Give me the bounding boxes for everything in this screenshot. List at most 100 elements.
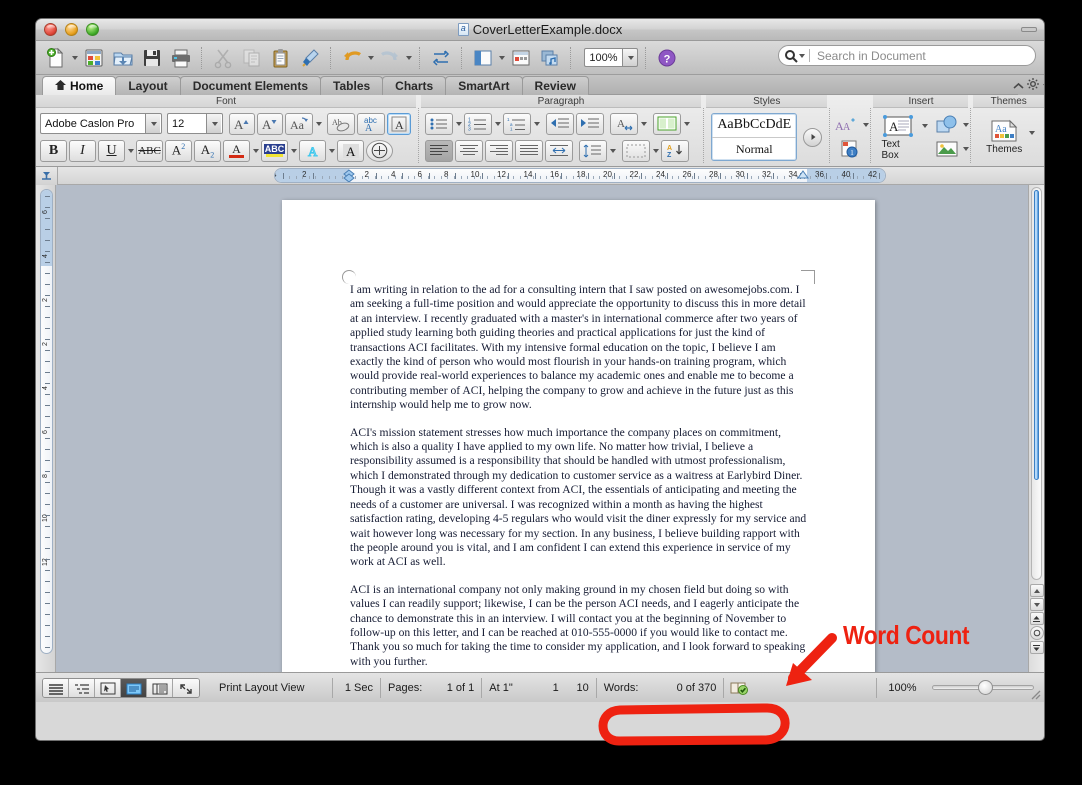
change-case-dropdown-arrow[interactable] bbox=[316, 121, 322, 126]
text-box-dropdown-arrow[interactable] bbox=[922, 123, 929, 128]
undo-dropdown-arrow[interactable] bbox=[368, 55, 374, 60]
ribbon-collapse-icon[interactable] bbox=[1013, 77, 1024, 95]
multilevel-list-dropdown-arrow[interactable] bbox=[533, 121, 540, 126]
print-layout-view-button[interactable] bbox=[121, 678, 147, 697]
document-canvas[interactable]: I am writing in relation to the ad for a… bbox=[57, 186, 1028, 672]
multilevel-list-icon[interactable]: 1a1 bbox=[502, 112, 531, 135]
notebook-layout-view-button[interactable] bbox=[147, 678, 173, 697]
format-painter-icon[interactable] bbox=[296, 44, 323, 71]
columns-dropdown-arrow[interactable] bbox=[683, 121, 690, 126]
strikethrough-icon[interactable]: ABC bbox=[136, 139, 163, 162]
italic-icon[interactable]: I bbox=[69, 139, 96, 162]
grow-font-icon[interactable]: A bbox=[229, 112, 255, 135]
tab-layout[interactable]: Layout bbox=[115, 76, 181, 95]
bulleted-list-dropdown-arrow[interactable] bbox=[455, 121, 462, 126]
document-page[interactable]: I am writing in relation to the ad for a… bbox=[282, 200, 875, 672]
text-box-button[interactable]: A Text Box bbox=[877, 114, 919, 161]
styles-pane-icon[interactable]: AA bbox=[832, 114, 860, 136]
draft-view-button[interactable] bbox=[43, 678, 69, 697]
themes-dropdown-arrow[interactable] bbox=[1029, 131, 1036, 135]
themes-button[interactable]: Aa Themes bbox=[982, 119, 1026, 155]
text-glow-dropdown-arrow[interactable] bbox=[329, 148, 335, 153]
bold-icon[interactable]: B bbox=[40, 139, 67, 162]
scroll-up-button[interactable] bbox=[1029, 584, 1044, 597]
font-family-dropdown-arrow[interactable] bbox=[145, 114, 160, 133]
character-border-icon[interactable] bbox=[366, 139, 393, 162]
picture-dropdown-arrow[interactable] bbox=[963, 146, 970, 151]
page-number-icon[interactable]: 1 bbox=[837, 138, 863, 160]
paragraph-spacing-icon[interactable] bbox=[578, 139, 607, 162]
next-page-button[interactable] bbox=[1029, 641, 1044, 654]
spelling-and-grammar-status-icon[interactable] bbox=[723, 677, 754, 698]
open-document-icon[interactable] bbox=[109, 44, 136, 71]
media-icon[interactable] bbox=[536, 44, 563, 71]
tab-document-elements[interactable]: Document Elements bbox=[179, 76, 322, 95]
copy-icon[interactable] bbox=[238, 44, 265, 71]
align-center-icon[interactable] bbox=[454, 139, 483, 162]
tab-stop-selector[interactable] bbox=[36, 167, 58, 185]
styles-pane-dropdown-arrow[interactable] bbox=[862, 123, 869, 127]
redo-dropdown-arrow[interactable] bbox=[406, 55, 412, 60]
tab-smartart[interactable]: SmartArt bbox=[445, 76, 523, 95]
shrink-font-icon[interactable]: A bbox=[257, 112, 283, 135]
underline-icon[interactable]: U bbox=[98, 139, 125, 162]
tab-tables[interactable]: Tables bbox=[320, 76, 384, 95]
search-scope-dropdown-arrow[interactable] bbox=[799, 53, 805, 58]
cut-icon[interactable] bbox=[209, 44, 236, 71]
toolbar-zoom-dropdown-arrow[interactable] bbox=[622, 48, 638, 67]
previous-page-button[interactable] bbox=[1029, 612, 1044, 625]
new-document-dropdown-arrow[interactable] bbox=[72, 55, 78, 60]
scroll-down-button[interactable] bbox=[1029, 598, 1044, 611]
shapes-icon[interactable] bbox=[932, 114, 962, 136]
style-normal-preview[interactable]: AaBbCcDdE Normal bbox=[711, 113, 798, 161]
outline-view-button[interactable] bbox=[69, 678, 95, 697]
text-highlight-box-icon[interactable]: A bbox=[387, 112, 411, 135]
line-spacing-icon[interactable]: A bbox=[609, 112, 638, 135]
paragraph-spacing-dropdown-arrow[interactable] bbox=[609, 148, 616, 153]
vertical-scrollbar[interactable] bbox=[1028, 185, 1044, 672]
borders-dropdown-arrow[interactable] bbox=[652, 148, 659, 153]
bulleted-list-icon[interactable] bbox=[424, 112, 453, 135]
undo-icon[interactable] bbox=[338, 44, 365, 71]
publishing-layout-view-button[interactable] bbox=[95, 678, 121, 697]
ribbon-settings-dropdown-arrow[interactable] bbox=[1043, 83, 1044, 88]
vertical-scrollbar-thumb[interactable] bbox=[1034, 190, 1039, 480]
subscript-icon[interactable]: A2 bbox=[194, 139, 221, 162]
justify-icon[interactable] bbox=[514, 139, 543, 162]
change-case-icon[interactable]: Aa bbox=[285, 112, 313, 135]
gallery-icon[interactable] bbox=[507, 44, 534, 71]
toolbar-zoom-control[interactable]: 100% bbox=[584, 48, 638, 67]
search-box[interactable] bbox=[778, 45, 1036, 66]
select-browse-object-button[interactable] bbox=[1029, 626, 1044, 640]
underline-dropdown-arrow[interactable] bbox=[128, 148, 134, 153]
text-direction-icon[interactable] bbox=[544, 139, 573, 162]
horizontal-ruler[interactable]: 42246810121416182022242628303234364042 bbox=[274, 168, 886, 183]
clear-formatting-icon[interactable]: Ab bbox=[327, 112, 355, 135]
sidebar-toggle-icon[interactable] bbox=[469, 44, 496, 71]
text-effects-icon[interactable]: abc A bbox=[357, 112, 385, 135]
zoom-slider-knob[interactable] bbox=[978, 680, 993, 695]
document-body[interactable]: I am writing in relation to the ad for a… bbox=[350, 283, 810, 672]
save-document-icon[interactable] bbox=[138, 44, 165, 71]
styles-more-button[interactable] bbox=[803, 127, 823, 147]
ribbon-settings-gear-icon[interactable] bbox=[1027, 77, 1039, 95]
decrease-indent-icon[interactable] bbox=[545, 112, 574, 135]
show-formatting-marks-icon[interactable] bbox=[427, 44, 454, 71]
redo-icon[interactable] bbox=[376, 44, 403, 71]
zoom-slider[interactable] bbox=[928, 678, 1038, 698]
highlight-color-icon[interactable]: ABC bbox=[261, 139, 288, 162]
print-document-icon[interactable] bbox=[167, 44, 194, 71]
ruler-indent-markers[interactable] bbox=[275, 169, 886, 183]
line-spacing-dropdown-arrow[interactable] bbox=[640, 121, 647, 126]
search-input[interactable] bbox=[815, 47, 1015, 64]
align-right-icon[interactable] bbox=[484, 139, 513, 162]
numbered-list-dropdown-arrow[interactable] bbox=[494, 121, 501, 126]
new-document-icon[interactable] bbox=[42, 44, 69, 71]
sidebar-dropdown-arrow[interactable] bbox=[499, 55, 505, 60]
tab-review[interactable]: Review bbox=[521, 76, 589, 95]
sort-icon[interactable]: AZ bbox=[660, 139, 689, 162]
window-resize-grip[interactable] bbox=[1028, 687, 1041, 700]
vertical-ruler[interactable]: 6 4 2 2 4 6 8 10 12 bbox=[36, 185, 56, 672]
increase-indent-icon[interactable] bbox=[575, 112, 604, 135]
font-size-combo[interactable]: 12 bbox=[167, 113, 223, 134]
